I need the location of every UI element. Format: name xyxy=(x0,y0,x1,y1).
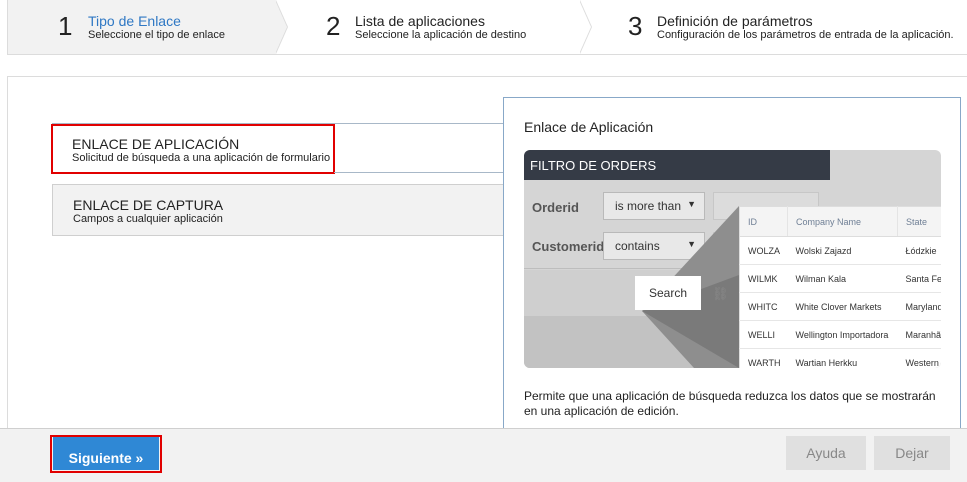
table-cell: Wellington Importadora xyxy=(787,320,898,349)
exit-button[interactable]: Dejar xyxy=(874,436,950,470)
step-subtitle: Seleccione la aplicación de destino xyxy=(355,29,527,41)
step-definicion-de-parametros[interactable]: 3 Definición de parámetros Configuración… xyxy=(580,0,967,54)
table-row: WELLI Wellington Importadora Maranhão xyxy=(739,320,941,349)
table-cell: Wilman Kala xyxy=(787,264,898,293)
wizard-steps: 1 Tipo de Enlace Seleccione el tipo de e… xyxy=(7,0,967,55)
illustration-search-button: Search xyxy=(635,276,701,310)
step-separator-arrow xyxy=(275,0,287,54)
table-row: WOLZA Wolski Zajazd Łódzkie xyxy=(739,236,941,265)
step-title: Tipo de Enlace xyxy=(88,13,181,29)
step-number: 3 xyxy=(628,11,643,41)
step-separator-arrow xyxy=(579,0,591,54)
step-tipo-de-enlace[interactable]: 1 Tipo de Enlace Seleccione el tipo de e… xyxy=(8,0,278,54)
table-cell: Santa Fe xyxy=(897,264,941,293)
table-cell: Maryland xyxy=(897,292,941,321)
option-title: ENLACE DE CAPTURA xyxy=(73,197,224,213)
link-type-preview: Enlace de Aplicación FILTRO DE ORDERS Or… xyxy=(503,97,961,437)
table-cell: WELLI xyxy=(739,320,788,349)
option-connector-line xyxy=(334,172,504,173)
table-cell: White Clover Markets xyxy=(787,292,898,321)
step-subtitle: Configuración de los parámetros de entra… xyxy=(657,29,954,41)
table-header-cell: Company Name xyxy=(787,206,898,237)
selection-highlight xyxy=(51,124,335,174)
table-cell: Łódzkie xyxy=(897,236,941,265)
table-cell: Wolski Zajazd xyxy=(787,236,898,265)
wizard-footer: Siguiente » Ayuda Dejar xyxy=(0,428,967,482)
preview-title: Enlace de Aplicación xyxy=(524,119,654,135)
preview-illustration: FILTRO DE ORDERS Orderid is more than ▼ … xyxy=(524,150,941,368)
step-title: Definición de parámetros xyxy=(657,13,813,29)
table-cell: Wartian Herkku xyxy=(787,348,898,368)
step-title: Lista de aplicaciones xyxy=(355,13,485,29)
table-cell: WARTH xyxy=(739,348,788,368)
table-row: WHITC White Clover Markets Maryland xyxy=(739,292,941,321)
step-lista-de-aplicaciones[interactable]: 2 Lista de aplicaciones Seleccione la ap… xyxy=(276,0,582,54)
help-button[interactable]: Ayuda xyxy=(786,436,866,470)
table-cell: WHITC xyxy=(739,292,788,321)
table-row: WARTH Wartian Herkku Western xyxy=(739,348,941,368)
table-cell: Western xyxy=(897,348,941,368)
step-number: 2 xyxy=(326,11,341,41)
option-enlace-de-captura[interactable]: ENLACE DE CAPTURA Campos a cualquier apl… xyxy=(52,184,504,236)
preview-description: Permite que una aplicación de búsqueda r… xyxy=(524,389,936,418)
table-header-row: ID Company Name State xyxy=(739,206,941,237)
next-button-highlight xyxy=(50,435,162,473)
table-row: WILMK Wilman Kala Santa Fe xyxy=(739,264,941,293)
link-icon: ⛓ xyxy=(712,286,729,301)
step-subtitle: Seleccione el tipo de enlace xyxy=(88,29,225,41)
table-cell: Maranhão xyxy=(897,320,941,349)
illustration-results-table: ID Company Name State WOLZA Wolski Zajaz… xyxy=(739,206,941,368)
table-header-cell: ID xyxy=(739,206,788,237)
table-cell: WOLZA xyxy=(739,236,788,265)
table-cell: WILMK xyxy=(739,264,788,293)
option-subtitle: Campos a cualquier aplicación xyxy=(73,213,223,225)
step-number: 1 xyxy=(58,11,73,41)
table-header-cell: State xyxy=(897,206,941,237)
